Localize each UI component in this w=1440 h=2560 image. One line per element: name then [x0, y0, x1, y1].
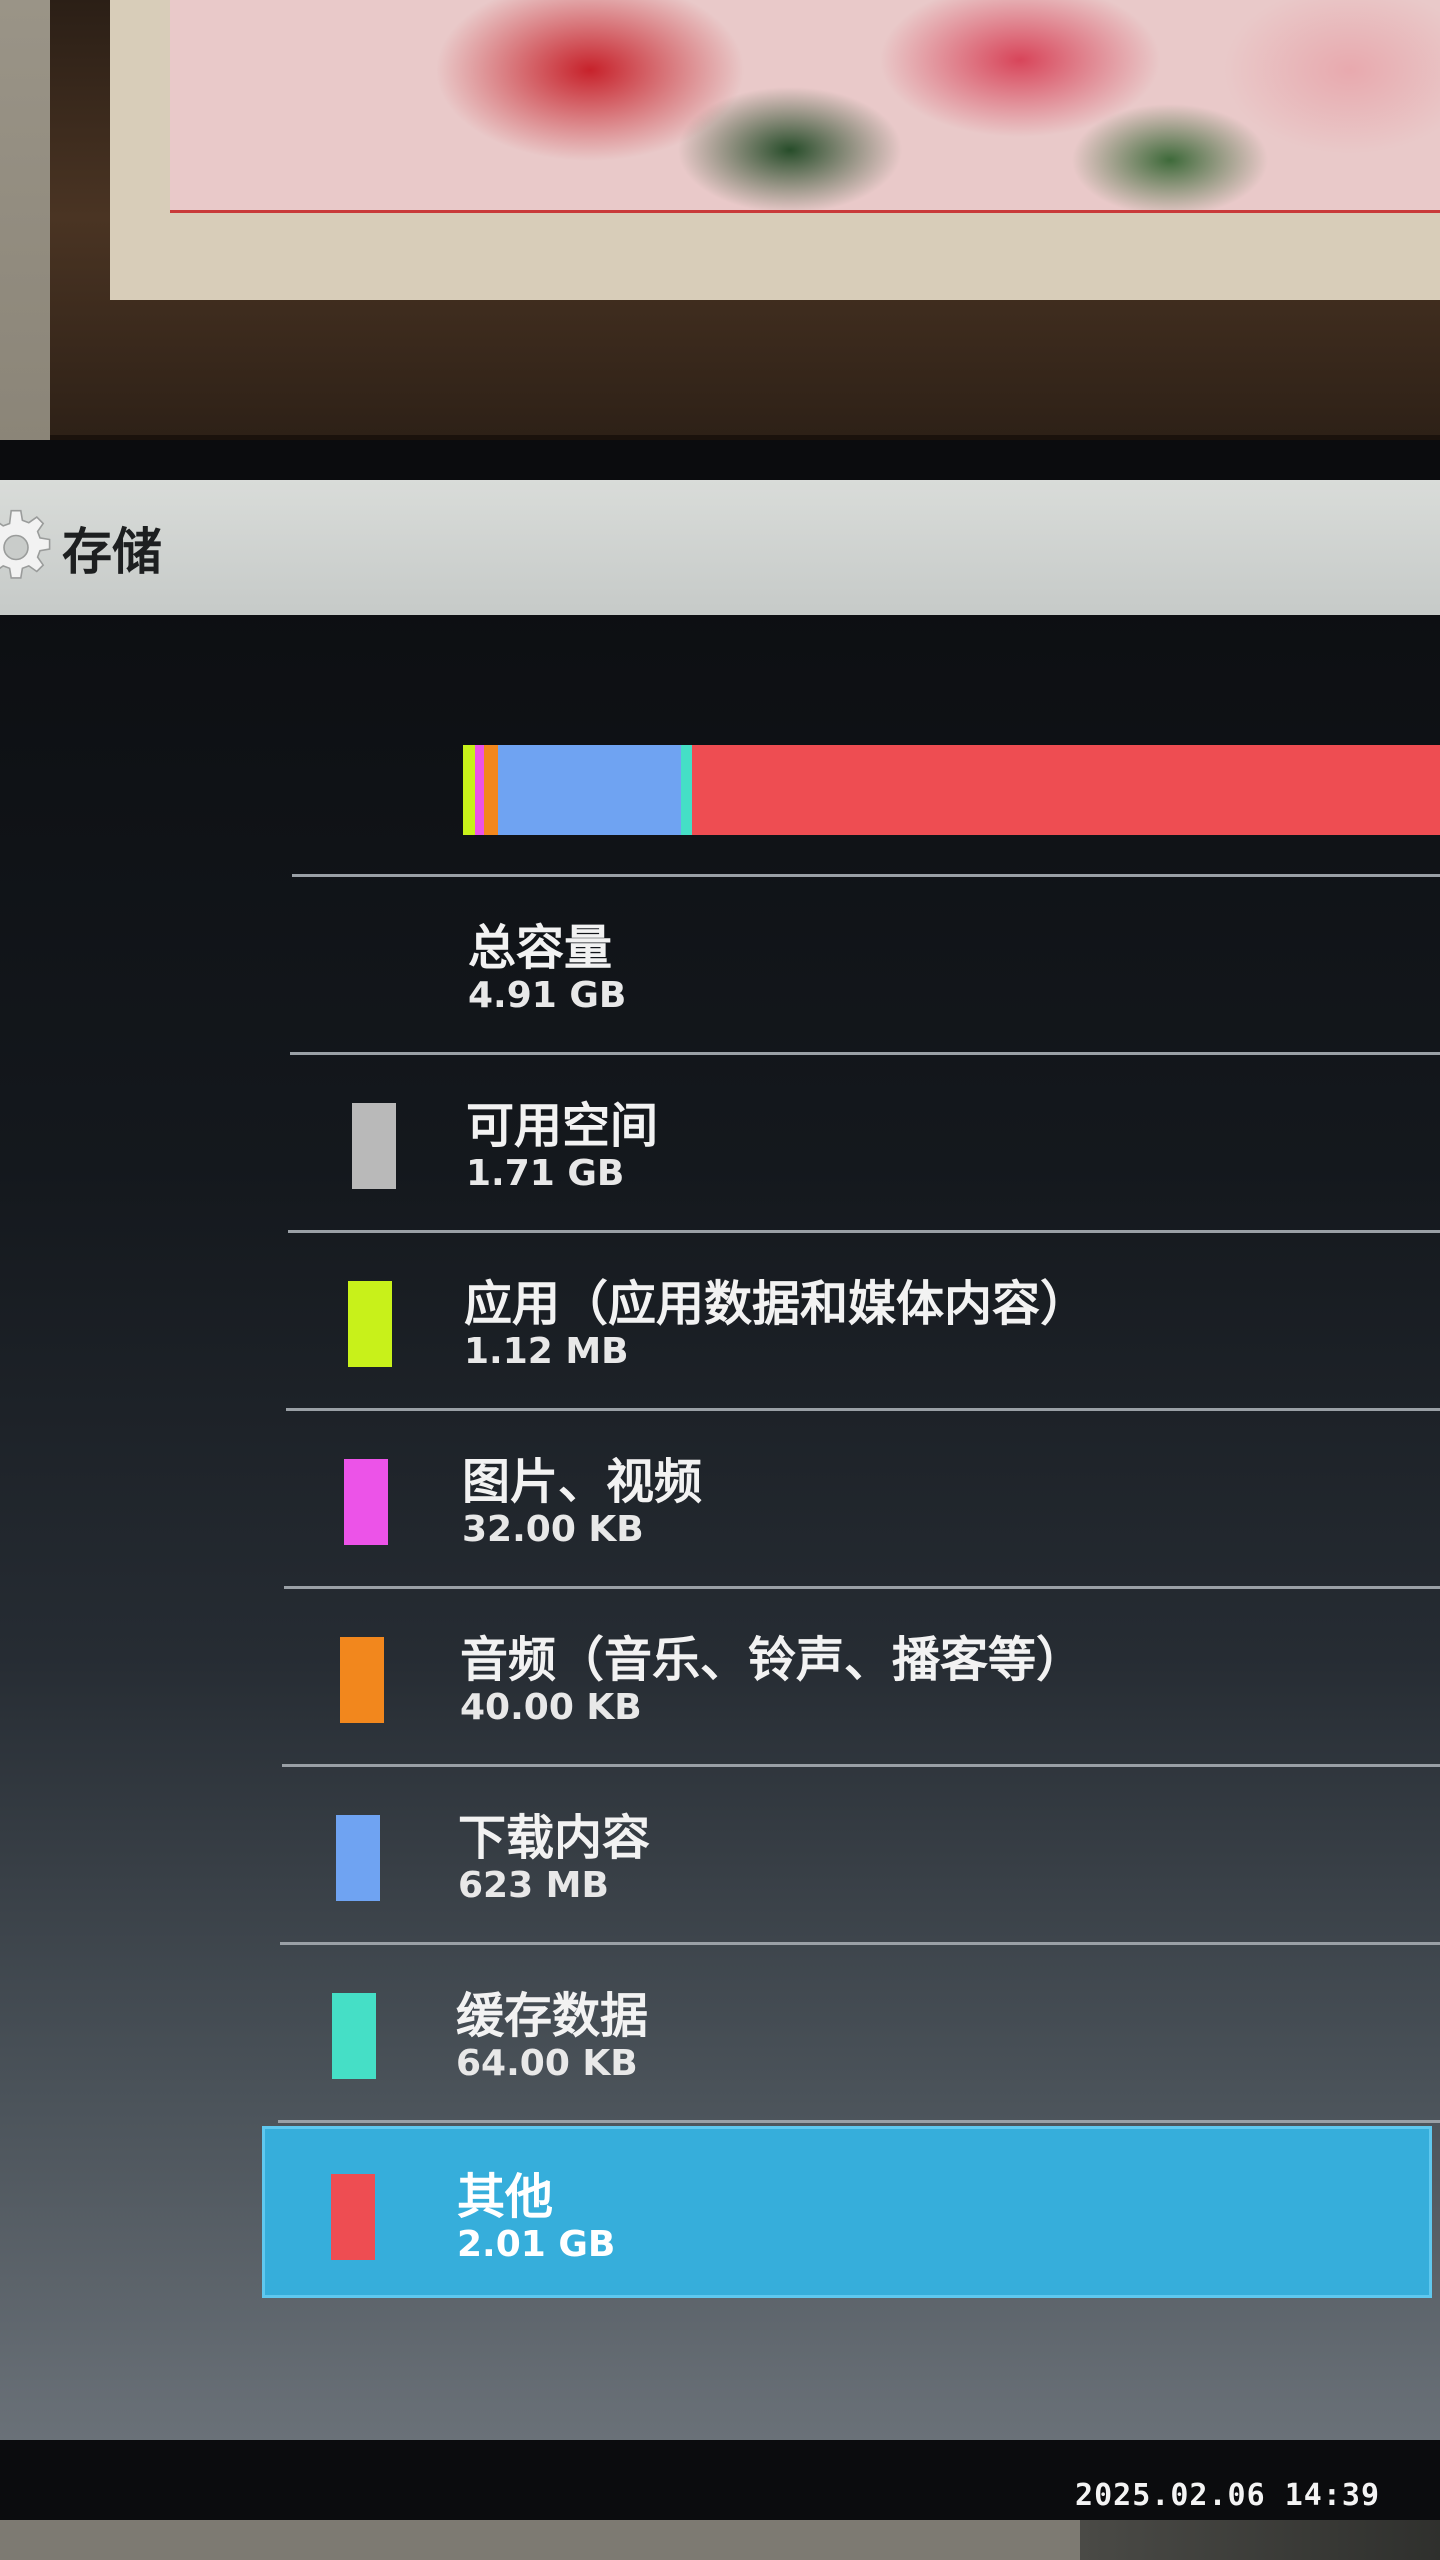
- list-divider: [288, 1230, 1440, 1233]
- storage-item-pictures[interactable]: 图片、视频 32.00 KB: [270, 1414, 1440, 1586]
- storage-item-size: 1.12 MB: [464, 1331, 629, 1372]
- color-swatch-icon: [331, 2174, 375, 2260]
- color-swatch-icon: [332, 1993, 376, 2079]
- storage-item-downloads[interactable]: 下载内容 623 MB: [266, 1770, 1436, 1942]
- list-divider: [284, 1586, 1440, 1589]
- photo-timestamp: 2025.02.06 14:39: [1075, 2478, 1380, 2513]
- list-divider: [280, 1942, 1440, 1945]
- usage-segment-audio: [484, 745, 499, 835]
- storage-item-title: 其他: [457, 2169, 554, 2225]
- storage-item-size: 40.00 KB: [460, 1687, 642, 1728]
- usage-segment-other: [691, 745, 1440, 835]
- storage-item-apps[interactable]: 应用（应用数据和媒体内容） 1.12 MB: [272, 1236, 1440, 1408]
- cross-stitch-painting: [170, 0, 1440, 213]
- color-swatch-icon: [340, 1637, 384, 1723]
- usage-segment-pictures: [474, 745, 485, 835]
- storage-item-size: 4.91 GB: [468, 975, 627, 1016]
- storage-item-title: 图片、视频: [462, 1454, 703, 1510]
- storage-item-title: 应用（应用数据和媒体内容）: [464, 1276, 1089, 1332]
- storage-item-size: 32.00 KB: [462, 1509, 644, 1550]
- list-divider: [292, 874, 1440, 877]
- storage-item-title: 下载内容: [458, 1810, 651, 1866]
- storage-item-other[interactable]: 其他 2.01 GB: [262, 2126, 1432, 2298]
- storage-item-title: 缓存数据: [456, 1988, 649, 2044]
- storage-item-size: 1.71 GB: [466, 1153, 625, 1194]
- storage-item-cache[interactable]: 缓存数据 64.00 KB: [264, 1948, 1434, 2120]
- list-divider: [282, 1764, 1440, 1767]
- storage-item-size: 2.01 GB: [457, 2224, 616, 2265]
- storage-item-title: 音频（音乐、铃声、播客等）: [460, 1632, 1085, 1688]
- list-divider: [278, 2120, 1440, 2123]
- tv-screen: 存储 总容量 4.91 GB 可用空间 1.71 GB 应用（应用数据和媒体内容） 1.1…: [0, 480, 1440, 2440]
- usage-segment-cache: [680, 745, 692, 835]
- storage-item-size: 64.00 KB: [456, 2043, 638, 2084]
- storage-item-available[interactable]: 可用空间 1.71 GB: [274, 1058, 1440, 1230]
- color-swatch-icon: [336, 1815, 380, 1901]
- settings-gear-icon: [0, 509, 51, 579]
- color-swatch-icon: [352, 1103, 396, 1189]
- color-swatch-icon: [344, 1459, 388, 1545]
- title-bar: 存储: [0, 480, 1440, 615]
- page-title: 存储: [62, 523, 162, 581]
- storage-item-size: 623 MB: [458, 1865, 609, 1906]
- storage-item-title: 可用空间: [466, 1098, 659, 1154]
- storage-usage-bar: [463, 745, 1440, 835]
- storage-item-total[interactable]: 总容量 4.91 GB: [276, 880, 1440, 1052]
- list-divider: [286, 1408, 1440, 1411]
- storage-item-title: 总容量: [468, 920, 613, 976]
- list-divider: [290, 1052, 1440, 1055]
- monitor-stand: [1080, 2520, 1440, 2560]
- usage-segment-downloads: [498, 745, 681, 835]
- color-swatch-icon: [348, 1281, 392, 1367]
- storage-item-audio[interactable]: 音频（音乐、铃声、播客等） 40.00 KB: [268, 1592, 1438, 1764]
- usage-segment-apps: [463, 745, 475, 835]
